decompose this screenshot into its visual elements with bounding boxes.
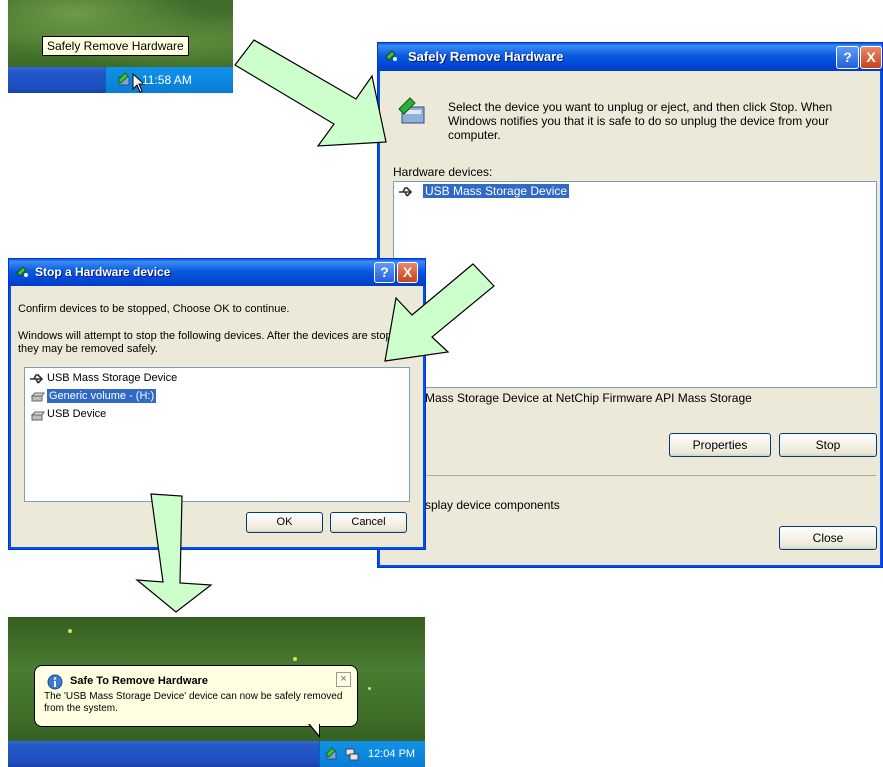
flow-arrows: [135, 39, 495, 613]
arrow-stop-to-balloon: [135, 493, 213, 613]
arrow-dialog-to-stop: [384, 263, 495, 362]
arrow-tray-to-dialog: [234, 39, 387, 147]
